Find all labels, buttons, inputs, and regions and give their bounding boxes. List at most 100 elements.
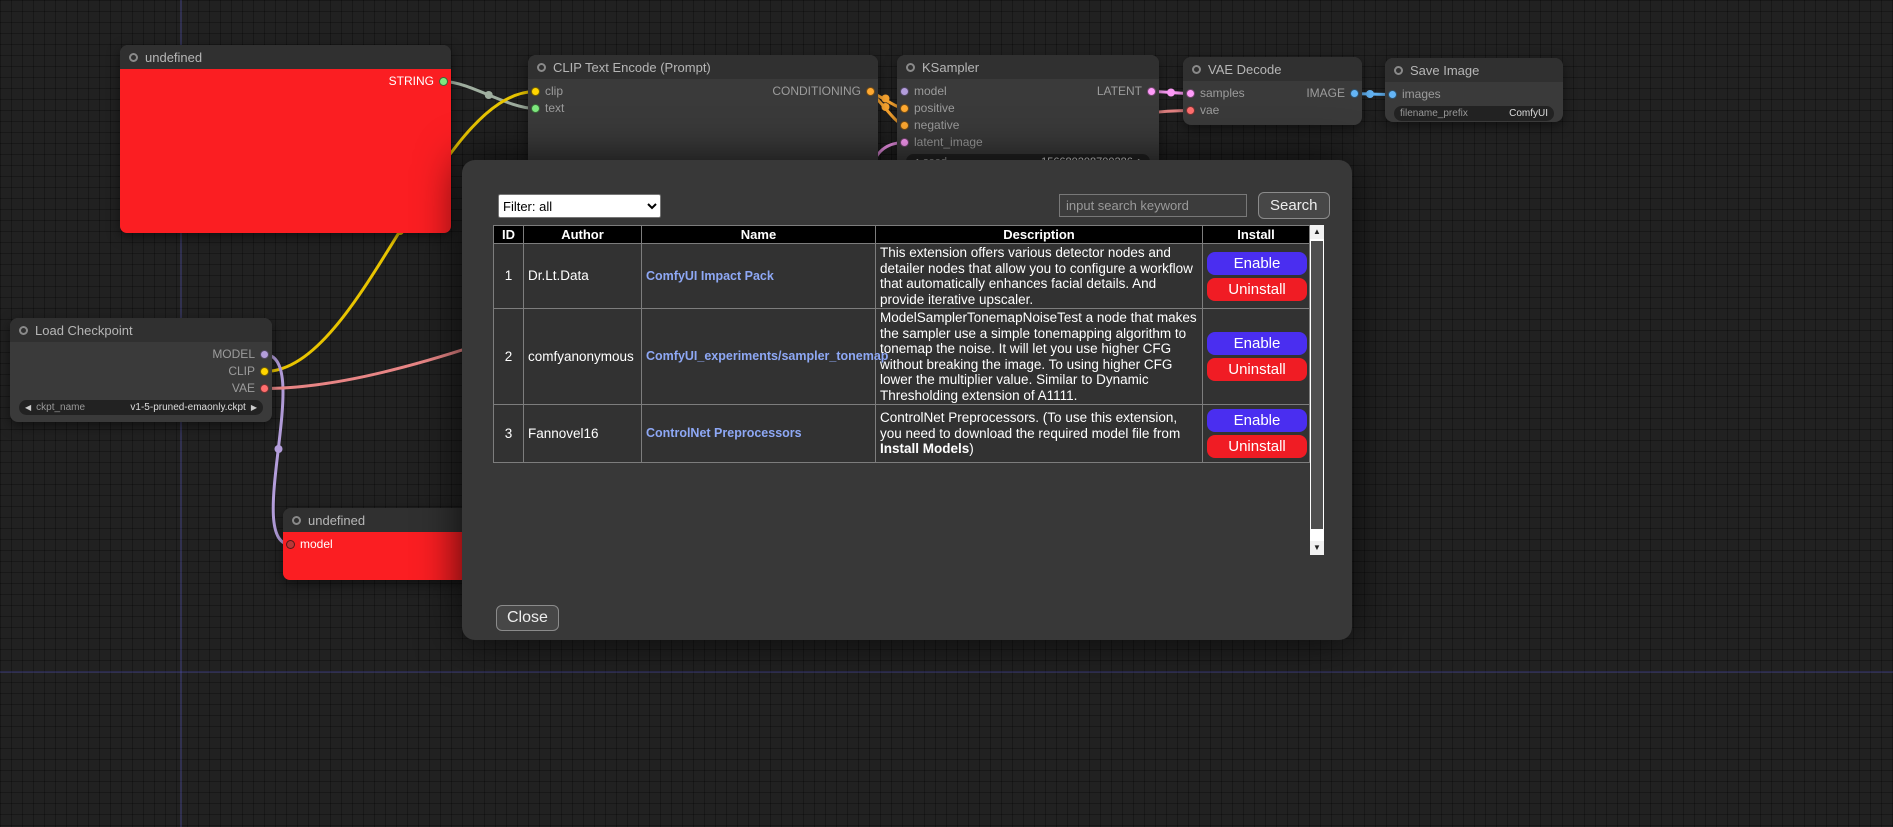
enable-button[interactable]: Enable (1207, 332, 1307, 355)
node-title: KSampler (922, 60, 979, 75)
input-slot-clip: clip (528, 83, 878, 100)
collapse-dot-icon[interactable] (129, 53, 138, 62)
node-header[interactable]: Save Image (1385, 58, 1563, 82)
collapse-dot-icon[interactable] (19, 326, 28, 335)
node-undefined-top[interactable]: undefined STRING (120, 45, 451, 233)
model-input-dot[interactable] (286, 540, 295, 549)
widget-value: ComfyUI (1509, 108, 1548, 119)
extension-link[interactable]: ComfyUI Impact Pack (646, 269, 774, 283)
uninstall-button[interactable]: Uninstall (1207, 278, 1307, 301)
scrollbar-thumb[interactable] (1311, 241, 1323, 529)
collapse-dot-icon[interactable] (906, 63, 915, 72)
string-output-dot[interactable] (439, 77, 448, 86)
previous-arrow-icon[interactable]: ◀ (25, 403, 31, 412)
input-slot-text: text (528, 100, 878, 117)
table-row: 3 Fannovel16 ControlNet Preprocessors Co… (494, 405, 1310, 463)
enable-button[interactable]: Enable (1207, 252, 1307, 275)
uninstall-button[interactable]: Uninstall (1207, 358, 1307, 381)
input-slot-samples: samples (1183, 85, 1362, 102)
samples-input-dot[interactable] (1186, 89, 1195, 98)
vae-input-dot[interactable] (1186, 106, 1195, 115)
string-wire (444, 82, 536, 109)
table-scrollbar[interactable]: ▲ ▼ (1310, 225, 1324, 555)
slot-label: text (545, 101, 564, 115)
extension-table: ID Author Name Description Install 1 Dr.… (493, 225, 1310, 463)
search-button[interactable]: Search (1258, 192, 1330, 219)
input-slot-model: model (283, 536, 469, 553)
widget-label: filename_prefix (1400, 108, 1468, 119)
collapse-dot-icon[interactable] (292, 516, 301, 525)
filter-select[interactable]: Filter: all (498, 194, 661, 218)
extension-description: ModelSamplerTonemapNoiseTest a node that… (876, 309, 1203, 405)
slot-label: positive (914, 101, 955, 115)
node-header[interactable]: undefined (283, 508, 469, 532)
collapse-dot-icon[interactable] (537, 63, 546, 72)
column-header-id: ID (494, 226, 524, 244)
ckpt-name-widget[interactable]: ◀ ckpt_name v1-5-pruned-emaonly.ckpt ▶ (19, 400, 263, 415)
collapse-dot-icon[interactable] (1192, 65, 1201, 74)
description-text: ) (969, 441, 974, 456)
clip-output-dot[interactable] (260, 367, 269, 376)
filename-prefix-widget[interactable]: filename_prefix ComfyUI (1394, 106, 1554, 121)
output-slot-model: MODEL (10, 346, 272, 363)
node-save-image[interactable]: Save Image images filename_prefix ComfyU… (1385, 58, 1563, 122)
next-arrow-icon[interactable]: ▶ (251, 403, 257, 412)
scroll-down-icon[interactable]: ▼ (1310, 541, 1324, 555)
error-node-body: STRING (120, 69, 451, 233)
input-slot-negative: negative (897, 117, 1159, 134)
column-header-description: Description (876, 226, 1203, 244)
node-ksampler[interactable]: KSampler LATENT model positive negative … (897, 55, 1159, 175)
node-title: CLIP Text Encode (Prompt) (553, 60, 711, 75)
negative-input-dot[interactable] (900, 121, 909, 130)
install-cell: Enable Uninstall (1203, 405, 1310, 463)
node-title: undefined (145, 50, 202, 65)
slot-label: latent_image (914, 135, 983, 149)
graph-canvas[interactable]: undefined STRING CLIP Text Encode (Promp… (0, 0, 1893, 827)
node-undefined-bottom[interactable]: undefined model (283, 508, 469, 580)
input-slot-model: model (897, 83, 1159, 100)
node-header[interactable]: Load Checkpoint (10, 318, 272, 342)
node-load-checkpoint[interactable]: Load Checkpoint MODEL CLIP VAE ◀ ckpt_na… (10, 318, 272, 422)
node-header[interactable]: VAE Decode (1183, 57, 1362, 81)
slot-label: vae (1200, 103, 1219, 117)
images-input-dot[interactable] (1388, 90, 1397, 99)
description-bold-text: Install Models (880, 441, 969, 456)
search-input[interactable] (1059, 194, 1247, 217)
extension-link[interactable]: ControlNet Preprocessors (646, 426, 802, 440)
slot-label: CLIP (228, 364, 255, 378)
extension-link[interactable]: ComfyUI_experiments/sampler_tonemap (646, 349, 888, 363)
slot-label: model (914, 84, 947, 98)
enable-button[interactable]: Enable (1207, 409, 1307, 432)
extension-author: Fannovel16 (524, 405, 642, 463)
input-slot-positive: positive (897, 100, 1159, 117)
scroll-up-icon[interactable]: ▲ (1310, 225, 1324, 239)
node-header[interactable]: undefined (120, 45, 451, 69)
collapse-dot-icon[interactable] (1394, 66, 1403, 75)
slot-label: images (1402, 87, 1441, 101)
uninstall-button[interactable]: Uninstall (1207, 435, 1307, 458)
extension-manager-dialog: Filter: all Search ID Author Name Descri… (462, 160, 1352, 640)
clip-input-dot[interactable] (531, 87, 540, 96)
model-wire-dot (275, 445, 283, 453)
node-vae-decode[interactable]: VAE Decode IMAGE samples vae (1183, 57, 1362, 125)
node-header[interactable]: KSampler (897, 55, 1159, 79)
close-button[interactable]: Close (496, 605, 559, 631)
vae-output-dot[interactable] (260, 384, 269, 393)
model-output-dot[interactable] (260, 350, 269, 359)
positive-input-dot[interactable] (900, 104, 909, 113)
column-header-name: Name (642, 226, 876, 244)
table-row: 2 comfyanonymous ComfyUI_experiments/sam… (494, 309, 1310, 405)
node-header[interactable]: CLIP Text Encode (Prompt) (528, 55, 878, 79)
latent-wire-dot (1167, 89, 1175, 97)
node-title: VAE Decode (1208, 62, 1281, 77)
node-title: Load Checkpoint (35, 323, 133, 338)
conditioning-positive-wire-dot (882, 95, 890, 103)
text-input-dot[interactable] (531, 104, 540, 113)
model-input-dot[interactable] (900, 87, 909, 96)
extension-description: ControlNet Preprocessors. (To use this e… (876, 405, 1203, 463)
output-slot-vae: VAE (10, 380, 272, 397)
extension-description: This extension offers various detector n… (876, 244, 1203, 309)
node-title: undefined (308, 513, 365, 528)
widget-label: ckpt_name (36, 402, 85, 413)
latent-image-input-dot[interactable] (900, 138, 909, 147)
